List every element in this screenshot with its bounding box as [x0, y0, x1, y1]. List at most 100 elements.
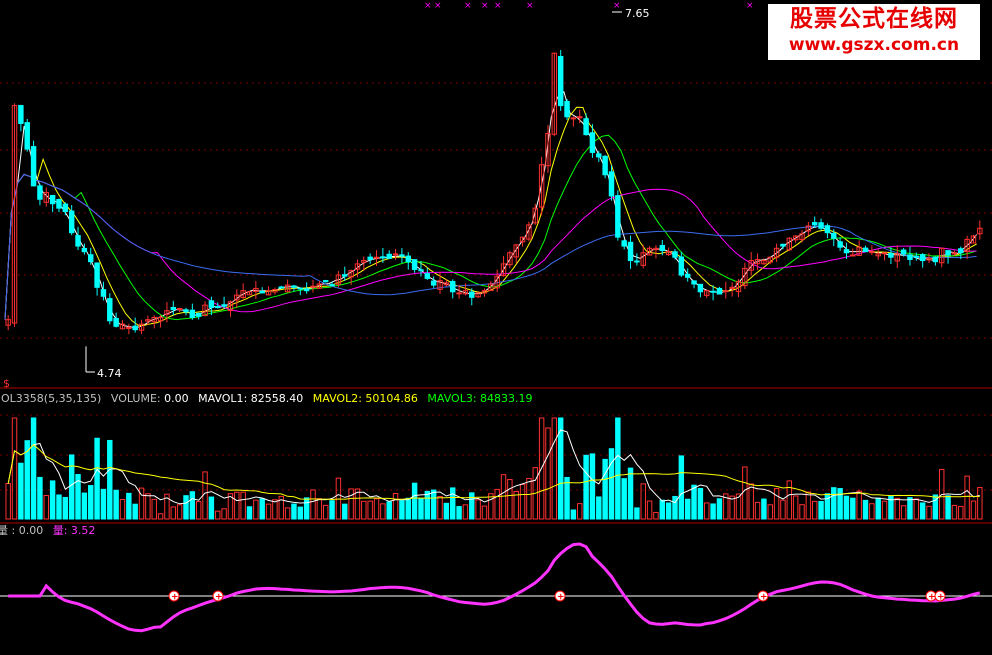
candle-body — [456, 292, 462, 295]
volume-bar — [615, 417, 621, 520]
candle-body — [634, 260, 640, 263]
volume-bar — [837, 488, 843, 520]
volume-bar — [907, 497, 913, 520]
signal-cross: + — [928, 593, 936, 603]
candle-body — [672, 251, 678, 258]
volume-bar — [246, 506, 253, 520]
volume-bar — [646, 500, 653, 520]
top-marker: × — [424, 1, 432, 11]
candle-body — [862, 247, 869, 253]
top-marker: × — [613, 1, 621, 11]
volume-bar — [119, 498, 126, 520]
volume-bar — [94, 437, 100, 520]
volume-bar — [291, 503, 297, 520]
volume-bar — [240, 491, 246, 520]
volume-bar — [62, 496, 69, 520]
volume-bar — [716, 498, 723, 520]
mavol3-label: MAVOL3 — [427, 392, 472, 405]
volume-bar — [634, 507, 640, 520]
candle-body — [780, 243, 786, 247]
candle-body — [399, 254, 405, 257]
volume-bar — [456, 506, 462, 520]
volume-bar — [234, 491, 240, 520]
ma-line — [4, 173, 977, 320]
candle-body — [589, 132, 596, 153]
stock-chart: × × × × × × × × + + + + + + 7.65 4.74 $ OL3358(5,35,… — [0, 1, 992, 633]
volume-bar — [881, 500, 888, 520]
volume-bar — [900, 505, 907, 520]
candle-body — [183, 309, 189, 313]
volume-bar — [653, 511, 659, 520]
volume-bar — [602, 458, 608, 520]
ma-line — [4, 91, 977, 328]
candle-body — [659, 244, 666, 252]
candle-body — [430, 280, 437, 286]
volume-bar — [589, 453, 596, 520]
volume-bar — [551, 417, 558, 520]
top-marker: × — [494, 1, 502, 11]
volume-bar — [284, 507, 291, 520]
volume-bar — [176, 504, 183, 520]
low-price-label: 4.74 — [97, 367, 122, 380]
volume-bar — [43, 494, 50, 520]
moving-average-lines — [4, 91, 977, 328]
volume-bar — [221, 508, 227, 520]
candle-body — [831, 232, 837, 239]
candle-body — [75, 235, 81, 247]
volume-bar — [500, 474, 507, 520]
volume-bar — [608, 448, 615, 520]
candle-body — [424, 273, 431, 279]
volume-bar — [386, 501, 392, 520]
candle-body — [49, 194, 56, 205]
candle-body — [850, 254, 856, 257]
volume-bar — [780, 499, 786, 520]
candle-body — [386, 253, 392, 259]
volume-bar — [297, 506, 304, 520]
volume-bar — [259, 498, 265, 520]
volume-header: OL3358(5,35,135) VOLUME: 0.00 MAVOL1: 82… — [1, 392, 533, 405]
top-marker: × — [746, 1, 754, 11]
candle-body — [392, 253, 399, 256]
volume-bar — [392, 493, 399, 520]
volume-bar — [443, 502, 450, 520]
vol-value: 0.00 — [164, 392, 189, 405]
signal-cross: + — [171, 593, 179, 603]
volume-bar — [811, 500, 818, 520]
volume-bar — [919, 502, 926, 520]
candle-body — [958, 248, 964, 254]
mavol1-value: 82558.40 — [251, 392, 304, 405]
candle-body — [411, 259, 418, 270]
candle-body — [418, 269, 424, 272]
candle-body — [126, 326, 132, 329]
candle-body — [888, 252, 894, 258]
candle-body — [570, 117, 577, 120]
volume-bar — [697, 487, 704, 520]
volume-bar — [951, 504, 958, 520]
volume-bar — [596, 496, 602, 520]
indicator-panel: + + + + + + — [0, 542, 992, 633]
candle-body — [557, 55, 564, 107]
ind-value-2: 3.52 — [71, 524, 96, 537]
volume-bar — [189, 491, 196, 520]
volume-bar — [361, 500, 367, 520]
volume-bar — [469, 492, 475, 520]
candle-body — [818, 222, 824, 229]
candle-body — [278, 286, 284, 289]
top-markers: × × × × × × × × — [424, 1, 754, 11]
volume-bar — [418, 498, 424, 520]
volume-bar — [145, 493, 151, 520]
volume-bar — [761, 498, 767, 520]
volume-bar — [583, 454, 589, 520]
watermark-logo: 股票公式在线网 www.gszx.com.cn — [768, 4, 980, 60]
candle-body — [932, 256, 939, 263]
indicator-line — [8, 542, 981, 633]
candle-body — [564, 100, 570, 118]
candle-body — [221, 304, 227, 307]
volume-bar — [742, 466, 748, 520]
candle-body — [18, 105, 24, 124]
candle-body — [81, 247, 88, 253]
volume-bar — [367, 500, 373, 520]
volume-bar — [621, 478, 627, 520]
volume-bar — [691, 484, 697, 520]
volume-bar — [322, 504, 329, 520]
